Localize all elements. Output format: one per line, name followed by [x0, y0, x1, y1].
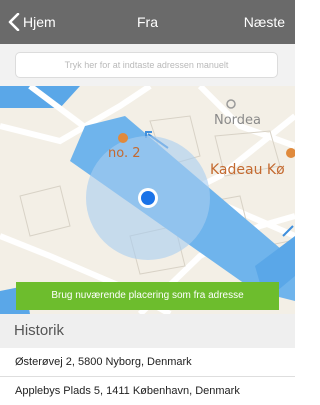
history-item[interactable]: Applebys Plads 5, 1411 København, Denmar…	[0, 377, 295, 405]
map-view[interactable]: Nordea no. 2 Kadeau Kø Brug nuværende pl…	[0, 86, 295, 314]
current-location-icon	[141, 191, 155, 205]
history-header: Historik	[0, 314, 295, 348]
screen: Hjem Fra Næste Tryk her for at indtaste …	[0, 0, 295, 405]
history-item[interactable]: Østerøvej 2, 5800 Nyborg, Denmark	[0, 348, 295, 377]
search-area: Tryk her for at indtaste adressen manuel…	[0, 44, 295, 86]
map-label-kadeau: Kadeau Kø	[210, 162, 285, 178]
navigation-bar: Hjem Fra Næste	[0, 0, 295, 44]
next-button[interactable]: Næste	[244, 12, 285, 32]
address-input[interactable]: Tryk her for at indtaste adressen manuel…	[15, 52, 278, 78]
map-label-nordea: Nordea	[214, 113, 262, 128]
restaurant-poi-icon-2	[286, 148, 295, 158]
use-current-location-button[interactable]: Brug nuværende placering som fra adresse	[16, 282, 279, 310]
restaurant-poi-icon	[118, 133, 128, 143]
map-label-no2: no. 2	[108, 146, 141, 161]
history-list: Østerøvej 2, 5800 Nyborg, Denmark Appleb…	[0, 348, 295, 405]
bank-poi-icon	[226, 99, 236, 109]
